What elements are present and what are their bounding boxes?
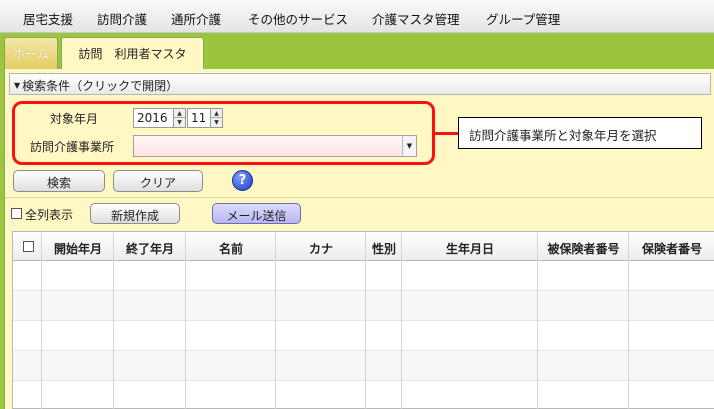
menu-bar: 居宅支援 訪問介護 通所介護 その他のサービス 介護マスタ管理 グループ管理 (0, 0, 714, 33)
clear-button[interactable]: クリア (113, 170, 203, 192)
office-select[interactable]: ▼ (133, 135, 417, 157)
search-button[interactable]: 検索 (13, 170, 105, 192)
grid-column-select (13, 232, 42, 409)
grid-column (402, 232, 538, 409)
column-header-gender[interactable]: 性別 (366, 240, 402, 257)
grid-column (629, 232, 714, 409)
help-icon[interactable]: ? (232, 170, 253, 191)
grid-column (538, 232, 629, 409)
grid-column (366, 232, 402, 409)
grid-column (186, 232, 276, 409)
column-header-insured-number[interactable]: 被保険者番号 (538, 240, 629, 257)
year-month-label: 対象年月 (50, 112, 99, 126)
search-header-label: 検索条件（クリックで開閉） (22, 79, 179, 93)
up-arrow-icon[interactable]: ▲ (174, 109, 185, 118)
show-all-checkbox[interactable] (11, 208, 22, 219)
column-header-kana[interactable]: カナ (276, 240, 366, 257)
divider (5, 197, 714, 198)
column-header-end[interactable]: 終了年月 (114, 240, 186, 257)
tab-home[interactable]: ホーム (4, 37, 58, 69)
menu-houmon[interactable]: 訪問介護 (97, 9, 147, 28)
office-label: 訪問介護事業所 (30, 140, 115, 154)
search-conditions-header[interactable]: ▼ 検索条件（クリックで開閉） (9, 73, 711, 95)
select-all-checkbox[interactable] (23, 241, 34, 252)
callout-connector (435, 132, 459, 135)
menu-master[interactable]: 介護マスタ管理 (372, 9, 460, 28)
user-grid: 開始年月 終了年月 名前 カナ 性別 生年月日 被保険者番号 保険者番号 (12, 231, 714, 409)
month-stepper[interactable]: ▲ ▼ (210, 108, 223, 128)
menu-group[interactable]: グループ管理 (486, 9, 560, 28)
up-arrow-icon[interactable]: ▲ (211, 109, 222, 118)
mail-button[interactable]: メール送信 (212, 203, 301, 224)
year-input[interactable]: 2016 (133, 108, 175, 128)
new-button[interactable]: 新規作成 (90, 203, 180, 224)
main-panel: ▼ 検索条件（クリックで開閉） 対象年月 2016 ▲ ▼ 11 ▲ ▼ 訪問介護… (4, 69, 714, 409)
grid-column (114, 232, 186, 409)
column-header-insurer-number[interactable]: 保険者番号 (629, 240, 714, 257)
month-input[interactable]: 11 (187, 108, 211, 128)
dropdown-arrow-icon[interactable]: ▼ (402, 136, 416, 156)
collapse-arrow-icon: ▼ (14, 81, 21, 90)
menu-tsusho[interactable]: 通所介護 (171, 9, 221, 28)
grid-column (276, 232, 366, 409)
column-header-name[interactable]: 名前 (186, 240, 276, 257)
annotation-callout: 訪問介護事業所と対象年月を選択 (458, 117, 702, 149)
tab-strip: ホーム 訪問 利用者マスタ (0, 33, 714, 70)
down-arrow-icon[interactable]: ▼ (174, 118, 185, 127)
column-header-start[interactable]: 開始年月 (42, 240, 114, 257)
grid-column (42, 232, 114, 409)
tab-user-master[interactable]: 訪問 利用者マスタ (61, 37, 204, 70)
year-stepper[interactable]: ▲ ▼ (173, 108, 186, 128)
menu-other-services[interactable]: その他のサービス (248, 9, 348, 28)
column-header-birthdate[interactable]: 生年月日 (402, 240, 538, 257)
menu-kyotaku[interactable]: 居宅支援 (23, 9, 73, 28)
down-arrow-icon[interactable]: ▼ (211, 118, 222, 127)
show-all-label: 全列表示 (25, 208, 74, 222)
